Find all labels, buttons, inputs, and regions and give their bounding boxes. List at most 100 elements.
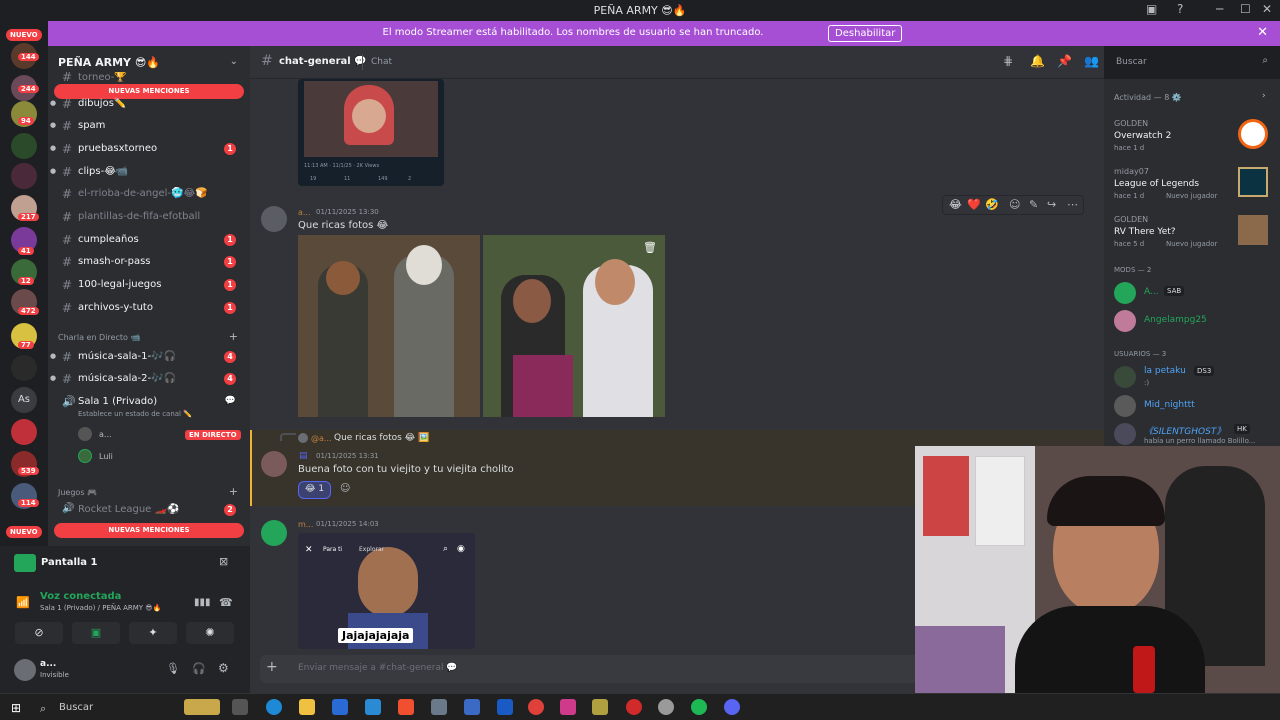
new-mentions-pill[interactable]: NUEVAS MENCIONES (54, 523, 244, 538)
activity-game[interactable]: League of Legends (1114, 179, 1199, 189)
app-icon[interactable] (592, 699, 608, 715)
server-icon[interactable] (11, 133, 37, 159)
reply-author[interactable]: @a... (311, 434, 332, 443)
new-badge[interactable]: NUEVO (6, 29, 42, 41)
app-icon[interactable] (658, 699, 674, 715)
avatar[interactable] (1114, 282, 1136, 304)
activity-title[interactable]: Actividad — 8 ⚙️ (1114, 93, 1182, 102)
video-tab[interactable]: Explorar (359, 546, 384, 553)
chrome-icon[interactable] (528, 699, 544, 715)
activity-user[interactable]: miday07 (1114, 167, 1149, 176)
edge-icon[interactable] (266, 699, 282, 715)
bell-icon[interactable]: 🔔 (1030, 54, 1045, 68)
channel-item[interactable]: #100-legal-juegos 1 (56, 275, 244, 295)
avatar[interactable] (261, 206, 287, 232)
screen-share-label[interactable]: Pantalla 1 (41, 557, 98, 568)
avatar[interactable] (1114, 395, 1136, 417)
channel-item[interactable]: ● # pruebasxtorneo 1 (50, 139, 244, 159)
member-name[interactable]: la petaku (1144, 366, 1186, 376)
avatar[interactable] (261, 451, 287, 477)
member-name[interactable]: Mid_nighttt (1144, 400, 1195, 410)
avatar[interactable] (1114, 366, 1136, 388)
close-window-button[interactable]: ✕ (1262, 2, 1272, 16)
share-screen-button[interactable]: ▣ (72, 622, 120, 644)
server-icon[interactable] (11, 355, 37, 381)
reaction-chip[interactable]: 😂 1 (298, 481, 332, 499)
server-icon-as[interactable]: As (11, 387, 37, 413)
voice-user[interactable]: Luli (99, 452, 113, 461)
add-reaction-icon[interactable]: ☺ (1009, 198, 1020, 211)
channel-item[interactable]: ● # dibujos✏️ (50, 94, 244, 114)
threads-icon[interactable]: ⋕ (1003, 54, 1013, 68)
voice-channel-item[interactable]: ● # música-sala-1-🎶🎧 4 (50, 347, 244, 367)
search-input[interactable]: Buscar ⌕ (1110, 52, 1274, 72)
activity-user[interactable]: GOLDEN (1114, 215, 1148, 224)
add-reaction-icon[interactable]: ☺ (340, 483, 350, 494)
disconnect-icon[interactable]: ☎ (219, 596, 233, 609)
channel-item[interactable]: ● # clips-😂📹 (50, 162, 244, 182)
channel-item[interactable]: # smash-or-pass 1 (56, 252, 244, 272)
tab-chat[interactable]: Chat (371, 57, 392, 67)
voice-user[interactable]: a... (99, 430, 112, 439)
activities-button[interactable]: ✦ (129, 622, 177, 644)
inbox-icon[interactable]: ▣ (1146, 2, 1157, 16)
search-icon[interactable]: ⌕ (40, 702, 46, 716)
task-view-icon[interactable] (232, 699, 248, 715)
reaction-option[interactable]: 🤣 (985, 198, 999, 211)
spotify-icon[interactable] (691, 699, 707, 715)
close-icon[interactable]: ✕ (305, 545, 313, 555)
soundboard-button[interactable]: ✺ (186, 622, 234, 644)
gear-icon[interactable]: ⚙ (218, 661, 229, 675)
members-icon[interactable]: 👥 (1084, 54, 1099, 68)
avatar[interactable] (1114, 310, 1136, 332)
avatar[interactable] (1114, 423, 1136, 445)
new-badge[interactable]: NUEVO (6, 526, 42, 538)
voice-room-item[interactable]: 🔊 Sala 1 (Privado) 💬 (56, 392, 244, 412)
tweet-image[interactable] (304, 81, 438, 157)
activity-game[interactable]: Overwatch 2 (1114, 131, 1171, 141)
category-live[interactable]: Charla en Directo 📹 (58, 333, 140, 342)
noise-icon[interactable]: ▮▮▮ (194, 597, 211, 608)
video-tab[interactable]: Para ti (323, 546, 342, 553)
pin-icon[interactable]: 📌 (1057, 54, 1072, 68)
channel-item[interactable]: # el-rrioba-de-angel-🥶😂🍞 (56, 184, 244, 204)
maximize-button[interactable]: ☐ (1240, 2, 1251, 16)
reply-icon[interactable]: ↪ (1047, 198, 1056, 211)
channel-item[interactable]: # cumpleaños 1 (56, 230, 244, 250)
server-name[interactable]: PEÑA ARMY 😎🔥 (58, 56, 160, 69)
channel-item[interactable]: # plantillas-de-fifa-efotball (56, 207, 244, 227)
disable-streamer-button[interactable]: Deshabilitar (828, 25, 903, 42)
message-composer[interactable]: + Enviar mensaje a #chat-general 💬 (260, 655, 920, 683)
reaction-option[interactable]: 😂 (949, 198, 962, 211)
member-name[interactable]: Angelampg25 (1144, 315, 1207, 325)
voice-location[interactable]: Sala 1 (Privado) / PEÑA ARMY 😎🔥 (40, 604, 161, 612)
profile-icon[interactable]: ◉ (457, 544, 465, 554)
close-banner-icon[interactable]: ✕ (1257, 25, 1268, 40)
channel-item[interactable]: # torneo-🏆 (56, 72, 244, 84)
chevron-right-icon[interactable]: › (1262, 91, 1266, 101)
instagram-icon[interactable] (560, 699, 576, 715)
windows-start-icon[interactable]: ⊞ (11, 701, 21, 715)
chat-bubble-icon[interactable]: 💬 (225, 396, 236, 406)
add-channel-icon[interactable]: + (229, 485, 238, 498)
app-icon[interactable] (497, 699, 513, 715)
channel-item[interactable]: # archivos-y-tuto 1 (56, 298, 244, 318)
tweet-embed[interactable]: 11:13 AM · 11/1/25 · 2K Views 19 11 149 … (298, 79, 444, 186)
server-icon[interactable] (11, 163, 37, 189)
username[interactable]: a... (40, 659, 56, 669)
chevron-down-icon[interactable]: ⌄ (230, 56, 238, 67)
avatar[interactable] (261, 520, 287, 546)
category-games[interactable]: Juegos 🎮 (58, 488, 97, 497)
server-icon[interactable] (11, 419, 37, 445)
channel-item[interactable]: ● # spam (50, 116, 244, 136)
edit-icon[interactable]: ✎ (1029, 198, 1038, 211)
search-icon[interactable]: ⌕ (443, 544, 448, 554)
photo-attachment[interactable]: 🗑 (483, 235, 665, 417)
trash-icon[interactable]: 🗑 (643, 241, 657, 254)
avatar[interactable] (14, 659, 36, 681)
message-author[interactable]: m... (298, 520, 313, 529)
message-author[interactable]: a... (298, 208, 311, 217)
member-name[interactable]: A... (1144, 287, 1159, 297)
store-icon[interactable] (332, 699, 348, 715)
room-status[interactable]: Establece un estado de canal ✏️ (78, 410, 192, 418)
